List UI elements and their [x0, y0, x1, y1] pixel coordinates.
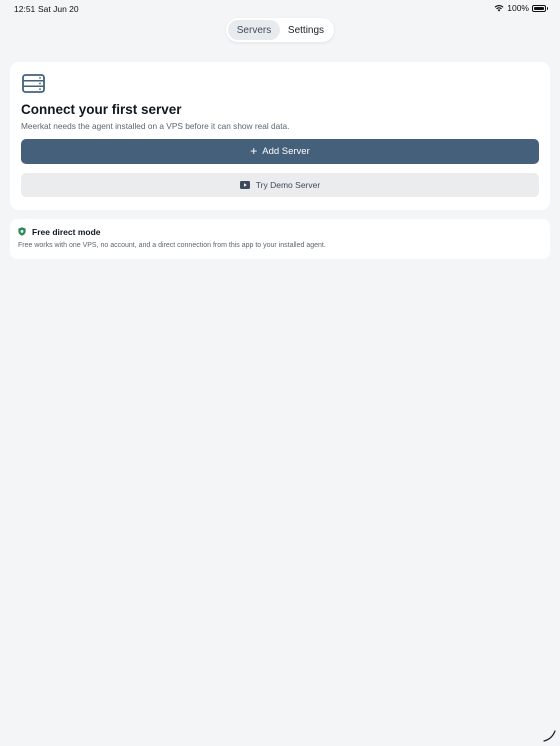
view-switcher: Servers Settings — [226, 18, 334, 42]
play-icon — [239, 181, 250, 189]
plus-icon: + — [250, 144, 258, 158]
tab-settings[interactable]: Settings — [280, 20, 332, 40]
add-server-button[interactable]: + Add Server — [21, 139, 539, 164]
status-date: Sat Jun 20 — [38, 4, 79, 14]
status-bar: 12:51 Sat Jun 20 100% — [0, 0, 560, 18]
empty-state-subtitle: Meerkat needs the agent installed on a V… — [21, 121, 290, 131]
empty-state-title: Connect your first server — [21, 102, 182, 117]
add-server-label: Add Server — [262, 146, 310, 157]
try-demo-label: Try Demo Server — [255, 180, 321, 190]
status-time: 12:51 — [14, 4, 36, 14]
shield-icon — [18, 227, 26, 236]
free-mode-title: Free direct mode — [32, 227, 101, 237]
free-mode-card: Free direct mode Free works with one VPS… — [10, 219, 550, 259]
tab-servers[interactable]: Servers — [228, 20, 280, 40]
status-indicators: 100% — [494, 3, 548, 13]
try-demo-button[interactable]: Try Demo Server — [21, 173, 539, 197]
wifi-icon — [494, 5, 504, 12]
resize-handle-icon[interactable] — [542, 728, 556, 742]
empty-state-card: Connect your first server Meerkat needs … — [10, 62, 550, 210]
server-icon — [22, 74, 45, 93]
battery-icon — [532, 4, 548, 12]
battery-percent: 100% — [507, 3, 529, 13]
free-mode-description: Free works with one VPS, no account, and… — [18, 242, 326, 249]
